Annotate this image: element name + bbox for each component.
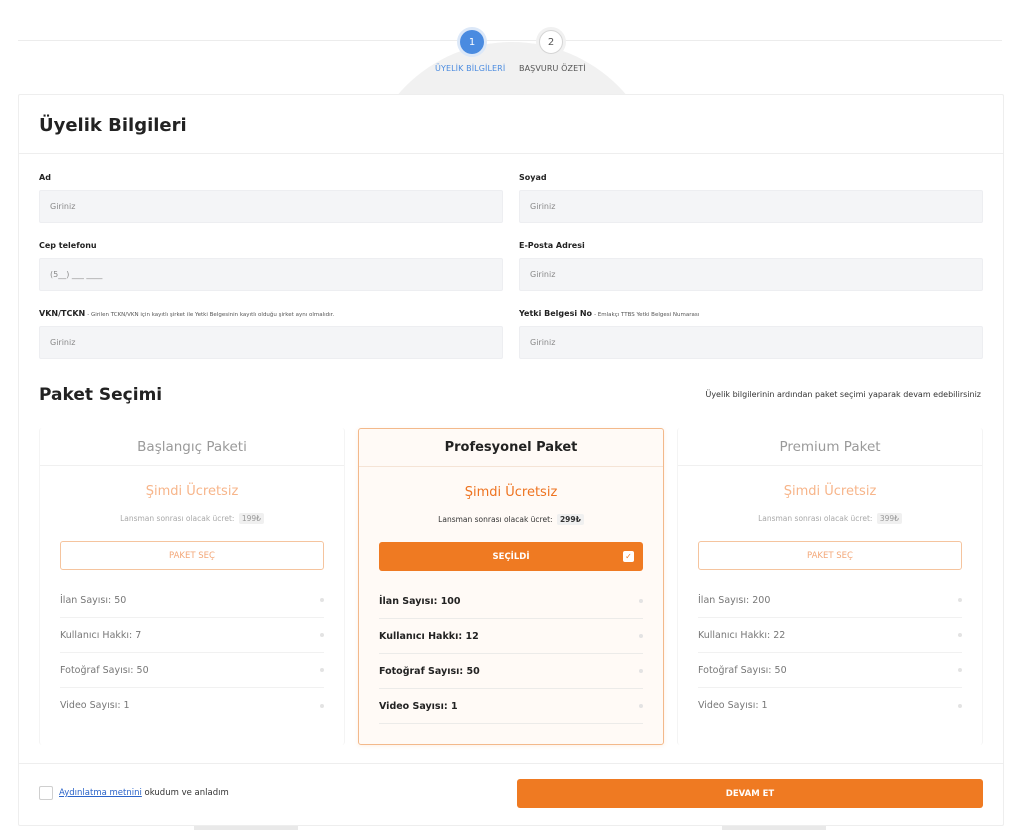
package-section-title: Paket Seçimi <box>39 385 163 405</box>
package-feature: Video Sayısı: 1 <box>698 688 962 723</box>
yetki-hint: - Emlakçı TTBS Yetki Belgesi Numarası <box>594 312 700 318</box>
selected-package-button[interactable]: SEÇİLDİ ✓ <box>379 542 643 571</box>
package-feature: Fotoğraf Sayısı: 50 <box>60 653 324 688</box>
info-dot-icon <box>639 704 643 708</box>
email-input[interactable]: Giriniz <box>519 258 983 291</box>
package-price-line: Lansman sonrası olacak ücret: 299₺ <box>359 514 663 525</box>
consent-rest-text: okudum ve anladım <box>141 788 229 798</box>
vkn-label: VKN/TCKN - Girilen TCKN/VKN için kayıtlı … <box>39 309 334 318</box>
package-feature: Video Sayısı: 1 <box>379 689 643 724</box>
package-section-note: Üyelik bilgilerinin ardından paket seçim… <box>705 390 981 399</box>
info-dot-icon <box>320 703 324 708</box>
continue-button[interactable]: DEVAM ET <box>517 779 983 808</box>
soyad-input[interactable]: Giriniz <box>519 190 983 223</box>
package-price-badge: 299₺ <box>556 514 584 525</box>
step-1-indicator[interactable]: 1 <box>460 30 484 54</box>
package-price-line: Lansman sonrası olacak ücret: 199₺ <box>40 513 344 524</box>
package-feature: Video Sayısı: 1 <box>60 688 324 723</box>
package-feature: İlan Sayısı: 200 <box>698 583 962 618</box>
info-dot-icon <box>639 634 643 638</box>
package-name: Başlangıç Paketi <box>40 428 344 466</box>
step-2-label: BAŞVURU ÖZETİ <box>519 64 586 73</box>
ad-input[interactable]: Giriniz <box>39 190 503 223</box>
stepper-line <box>18 40 1002 41</box>
package-free-text: Şimdi Ücretsiz <box>783 484 877 499</box>
package-card-profesyonel[interactable]: Profesyonel Paket Şimdi Ücretsiz Lansman… <box>358 428 664 745</box>
vkn-input[interactable]: Giriniz <box>39 326 503 359</box>
checkmark-icon: ✓ <box>623 551 634 562</box>
package-card-baslangic[interactable]: Başlangıç Paketi Şimdi Ücretsiz Lansman … <box>39 428 345 745</box>
package-price-line: Lansman sonrası olacak ücret: 399₺ <box>678 513 982 524</box>
footer-divider <box>19 763 1003 764</box>
info-dot-icon <box>958 668 962 672</box>
privacy-notice-link[interactable]: Aydınlatma metnini <box>59 788 142 798</box>
feature-text: Fotoğraf Sayısı: 50 <box>60 664 149 676</box>
ad-label: Ad <box>39 173 51 182</box>
package-feature: Kullanıcı Hakkı: 12 <box>379 619 643 654</box>
consent-checkbox[interactable] <box>39 786 53 800</box>
select-package-button[interactable]: PAKET SEÇ <box>60 541 324 570</box>
email-label: E-Posta Adresi <box>519 241 585 250</box>
selected-button-label: SEÇİLDİ <box>492 551 530 562</box>
feature-text: Kullanıcı Hakkı: 7 <box>60 629 142 641</box>
scroll-decoration <box>722 826 826 830</box>
package-feature: Fotoğraf Sayısı: 50 <box>379 654 643 689</box>
feature-text: Video Sayısı: 1 <box>698 700 768 711</box>
vkn-label-text: VKN/TCKN <box>39 309 86 318</box>
yetki-label: Yetki Belgesi No - Emlakçı TTBS Yetki Bel… <box>519 309 699 318</box>
info-dot-icon <box>639 669 643 673</box>
package-feature: İlan Sayısı: 50 <box>60 583 324 618</box>
info-dot-icon <box>958 703 962 708</box>
feature-text: İlan Sayısı: 100 <box>379 595 461 607</box>
package-card-premium[interactable]: Premium Paket Şimdi Ücretsiz Lansman son… <box>677 428 983 745</box>
vkn-hint: - Girilen TCKN/VKN için kayıtlı şirket i… <box>87 312 335 318</box>
package-price-label: Lansman sonrası olacak ücret: <box>120 514 235 523</box>
feature-text: Fotoğraf Sayısı: 50 <box>379 665 480 677</box>
feature-text: İlan Sayısı: 200 <box>698 594 771 606</box>
phone-label: Cep telefonu <box>39 241 97 250</box>
package-free-text: Şimdi Ücretsiz <box>145 484 239 499</box>
yetki-label-text: Yetki Belgesi No <box>519 309 593 318</box>
info-dot-icon <box>639 599 643 603</box>
package-name: Premium Paket <box>678 428 982 466</box>
package-price-badge: 199₺ <box>238 513 264 524</box>
feature-text: Kullanıcı Hakkı: 22 <box>698 629 786 641</box>
select-package-button[interactable]: PAKET SEÇ <box>698 541 962 570</box>
membership-form-card: Üyelik Bilgileri Ad Giriniz Soyad Girini… <box>18 94 1004 826</box>
feature-text: Video Sayısı: 1 <box>379 700 458 712</box>
package-feature: Kullanıcı Hakkı: 22 <box>698 618 962 653</box>
package-price-label: Lansman sonrası olacak ücret: <box>438 515 553 524</box>
info-dot-icon <box>958 633 962 637</box>
info-dot-icon <box>320 668 324 672</box>
form-title: Üyelik Bilgileri <box>39 115 187 136</box>
divider <box>19 153 1003 154</box>
soyad-label: Soyad <box>519 173 547 182</box>
feature-text: Video Sayısı: 1 <box>60 700 130 711</box>
package-feature: Kullanıcı Hakkı: 7 <box>60 618 324 653</box>
scroll-decoration <box>194 826 298 830</box>
package-name: Profesyonel Paket <box>359 429 663 467</box>
info-dot-icon <box>958 598 962 602</box>
package-free-text: Şimdi Ücretsiz <box>464 485 558 500</box>
info-dot-icon <box>320 633 324 637</box>
package-price-label: Lansman sonrası olacak ücret: <box>758 514 873 523</box>
package-feature: İlan Sayısı: 100 <box>379 584 643 619</box>
feature-text: Fotoğraf Sayısı: 50 <box>698 664 787 676</box>
yetki-input[interactable]: Giriniz <box>519 326 983 359</box>
feature-text: Kullanıcı Hakkı: 12 <box>379 630 479 642</box>
feature-text: İlan Sayısı: 50 <box>60 594 127 606</box>
consent-text: Aydınlatma metnini okudum ve anladım <box>59 788 229 798</box>
step-1-label: ÜYELİK BİLGİLERİ <box>435 64 506 73</box>
step-2-indicator[interactable]: 2 <box>539 30 563 54</box>
package-price-badge: 399₺ <box>876 513 902 524</box>
phone-input[interactable]: (5__) ___ ____ <box>39 258 503 291</box>
info-dot-icon <box>320 598 324 602</box>
package-feature: Fotoğraf Sayısı: 50 <box>698 653 962 688</box>
